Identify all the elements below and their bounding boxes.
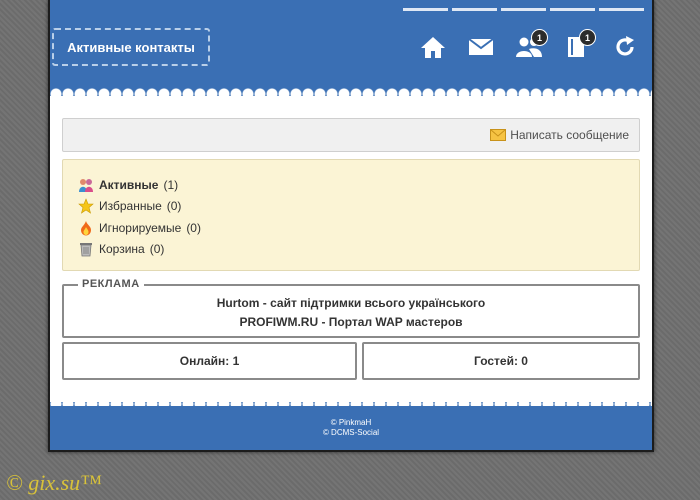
mail-icon[interactable] (466, 34, 496, 60)
refresh-icon[interactable] (610, 34, 640, 60)
contacts-icon (78, 177, 94, 193)
folder-count: (0) (166, 199, 182, 214)
header-nav: 1 1 (418, 29, 640, 60)
write-message-label: Написать сообщение (510, 128, 629, 142)
folder-item-trash[interactable]: Корзина (0) (78, 239, 639, 261)
folder-name: Игнорируемые (99, 220, 182, 235)
write-message-link[interactable]: Написать сообщение (490, 128, 629, 142)
footer: © PinkmaH © DCMS-Social (50, 418, 652, 438)
folder-count: (1) (163, 177, 179, 192)
ad-link-profiwm[interactable]: PROFIWM.RU - Портал WAP мастеров (64, 315, 638, 329)
folder-item-active[interactable]: Активные (1) (78, 174, 639, 196)
home-icon[interactable] (418, 34, 448, 60)
users-icon[interactable]: 1 (514, 29, 548, 60)
trash-icon (78, 241, 94, 257)
watermark: © gix.su™ (6, 470, 102, 495)
page-title[interactable]: Активные контакты (52, 28, 210, 66)
snow-border-bottom (50, 392, 652, 414)
footer-author: © PinkmaH (330, 418, 372, 427)
star-icon (78, 198, 94, 214)
main-content: Написать сообщение Активные (1) Избранны… (50, 112, 652, 397)
folder-name: Активные (99, 177, 159, 192)
top-tab-strips (403, 8, 644, 11)
folder-item-favorites[interactable]: Избранные (0) (78, 196, 639, 218)
folder-item-ignored[interactable]: Игнорируемые (0) (78, 217, 639, 239)
site-frame: Активные контакты 1 1 Написать сообщение (48, 0, 654, 452)
online-counter[interactable]: Онлайн: 1 (62, 342, 357, 380)
users-badge: 1 (531, 29, 548, 46)
fire-icon (78, 220, 94, 236)
footer-engine: © DCMS-Social (322, 428, 380, 437)
message-bar: Написать сообщение (62, 118, 640, 152)
envelope-icon (490, 129, 507, 141)
folder-count: (0) (149, 242, 165, 257)
ad-link-hurtom[interactable]: Hurtom - сайт підтримки всього українськ… (64, 296, 638, 310)
book-badge: 1 (579, 29, 596, 46)
ad-legend: РЕКЛАМА (78, 278, 144, 290)
folder-count: (0) (186, 220, 201, 235)
folder-name: Корзина (99, 242, 145, 257)
book-icon[interactable]: 1 (562, 29, 596, 60)
guests-counter[interactable]: Гостей: 0 (362, 342, 640, 380)
folder-name: Избранные (99, 199, 162, 214)
ad-block: РЕКЛАМА Hurtom - сайт підтримки всього у… (62, 278, 640, 338)
folder-menu: Активные (1) Избранные (0) Игнорируемые … (62, 159, 640, 271)
